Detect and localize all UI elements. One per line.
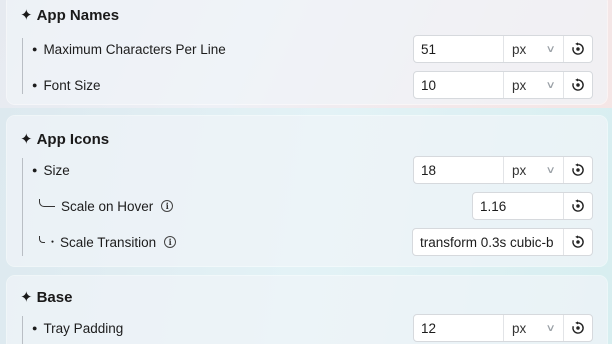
setting-label: Maximum Characters Per Line	[43, 41, 226, 57]
bullet-icon: ●	[32, 43, 38, 54]
section-title: ✦ App Icons	[20, 131, 109, 148]
tray-padding-control: 12 px ∨	[413, 314, 593, 342]
unit-select[interactable]: px ∨	[503, 157, 563, 183]
reset-icon	[572, 78, 584, 91]
reset-icon	[572, 42, 584, 55]
sparkle-icon: ✦	[20, 289, 33, 306]
reset-icon	[572, 235, 584, 248]
sparkle-icon: ✦	[20, 7, 33, 24]
chevron-down-icon: ∨	[545, 164, 556, 176]
setting-label: Tray Padding	[43, 320, 124, 336]
scale-transition-input[interactable]: transform 0.3s cubic-b	[413, 229, 563, 255]
section-title-label: Base	[36, 289, 73, 306]
section-title-label: App Names	[36, 7, 120, 24]
tree-branch-icon	[39, 199, 55, 207]
reset-button[interactable]	[563, 157, 592, 183]
bullet-icon: ●	[32, 322, 38, 333]
icon-size-input[interactable]: 18	[414, 157, 503, 183]
section-app-names: ✦ App Names ● Maximum Characters Per Lin…	[7, 0, 607, 104]
unit-select-value: px	[512, 41, 527, 57]
reset-button[interactable]	[563, 193, 592, 219]
setting-label: Scale Transition	[60, 234, 157, 250]
unit-select[interactable]: px ∨	[503, 315, 563, 341]
section-title-label: App Icons	[36, 131, 110, 148]
info-icon[interactable]: i	[164, 236, 177, 248]
unit-select-value: px	[512, 162, 527, 178]
tree-branch-icon	[39, 235, 45, 243]
unit-select-value: px	[512, 320, 527, 336]
setting-row-max-chars: ● Maximum Characters Per Line 51 px ∨	[7, 31, 607, 67]
max-chars-input[interactable]: 51	[414, 36, 503, 62]
tray-padding-input[interactable]: 12	[414, 315, 503, 341]
bullet-icon: ●	[32, 164, 38, 175]
scale-on-hover-input[interactable]: 1.16	[473, 193, 563, 219]
max-chars-control: 51 px ∨	[413, 35, 593, 63]
chevron-down-icon: ∨	[545, 322, 556, 334]
reset-icon	[572, 321, 584, 334]
sparkle-icon: ✦	[20, 131, 33, 148]
setting-row-font-size: ● Font Size 10 px ∨	[7, 67, 607, 103]
section-title: ✦ Base	[20, 289, 72, 306]
setting-label: Font Size	[43, 77, 101, 93]
scale-on-hover-control: 1.16	[472, 192, 593, 220]
scale-transition-control: transform 0.3s cubic-b	[412, 228, 593, 256]
reset-icon	[572, 163, 584, 176]
section-app-icons: ✦ App Icons ● Size 18 px ∨ Scale on Hove…	[7, 116, 607, 266]
reset-button[interactable]	[563, 36, 592, 62]
reset-button[interactable]	[563, 315, 592, 341]
reset-icon	[572, 199, 584, 212]
reset-button[interactable]	[563, 229, 592, 255]
icon-size-control: 18 px ∨	[413, 156, 593, 184]
unit-select-value: px	[512, 77, 527, 93]
bullet-icon: ●	[32, 79, 38, 90]
dot-icon: ●	[51, 238, 55, 245]
font-size-control: 10 px ∨	[413, 71, 593, 99]
section-title: ✦ App Names	[20, 7, 119, 24]
unit-select[interactable]: px ∨	[503, 36, 563, 62]
setting-label: Scale on Hover	[61, 198, 154, 214]
section-base: ✦ Base ● Tray Padding 12 px ∨	[7, 276, 607, 344]
setting-row-scale-on-hover: Scale on Hover i 1.16	[7, 188, 607, 224]
unit-select[interactable]: px ∨	[503, 72, 563, 98]
chevron-down-icon: ∨	[545, 79, 556, 91]
setting-row-scale-transition: ● Scale Transition i transform 0.3s cubi…	[7, 224, 607, 260]
setting-row-icon-size: ● Size 18 px ∨	[7, 152, 607, 188]
info-icon[interactable]: i	[161, 200, 174, 212]
chevron-down-icon: ∨	[545, 43, 556, 55]
setting-label: Size	[43, 162, 70, 178]
reset-button[interactable]	[563, 72, 592, 98]
setting-row-tray-padding: ● Tray Padding 12 px ∨	[7, 310, 607, 344]
font-size-input[interactable]: 10	[414, 72, 503, 98]
